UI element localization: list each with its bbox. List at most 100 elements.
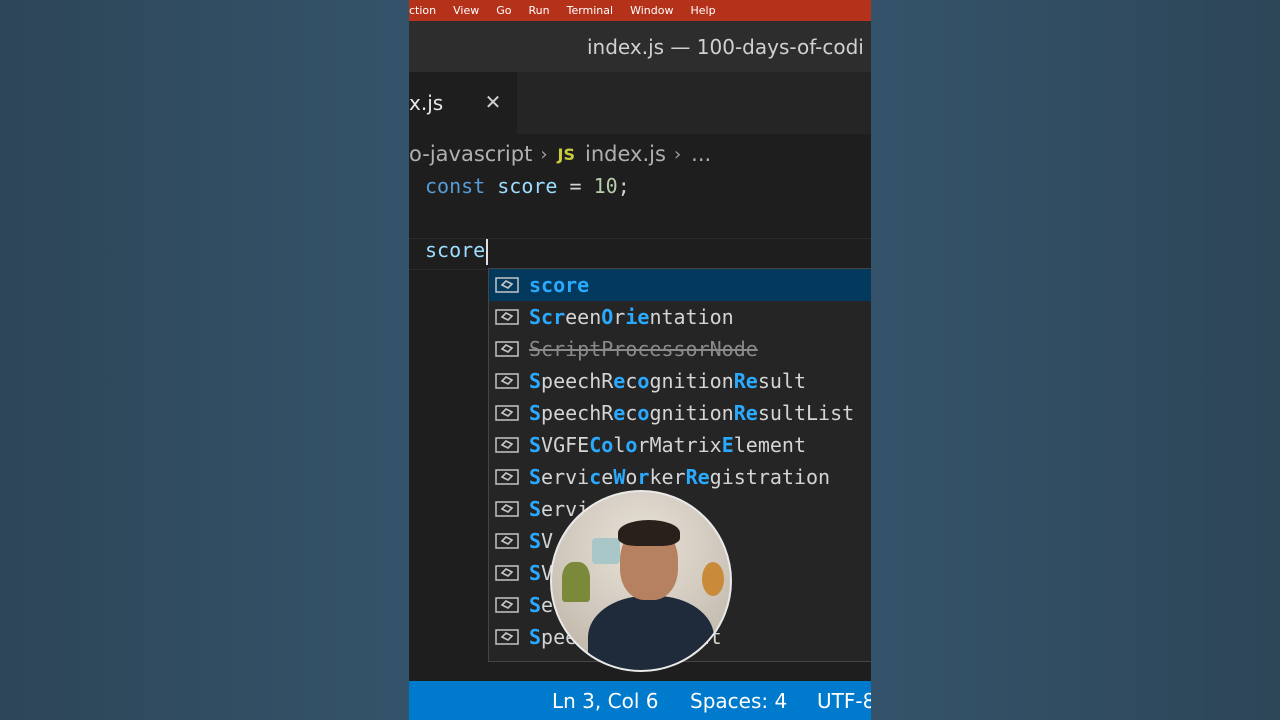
match-highlight: r — [637, 465, 650, 489]
match-highlight: o — [637, 369, 650, 393]
match-highlight: Re — [733, 401, 758, 425]
chevron-right-icon: › — [540, 143, 548, 165]
label-text: een — [565, 305, 602, 329]
label-text: peechR — [541, 369, 614, 393]
match-highlight: c — [589, 465, 602, 489]
label-text: ScriptProcessorNode — [529, 337, 758, 361]
suggestion-item[interactable]: SVGFEColorMatrixElement — [489, 429, 871, 461]
number-literal: 10 — [593, 174, 618, 198]
breadcrumb-folder[interactable]: o-javascript — [409, 142, 532, 166]
tab-index-js[interactable]: x.js ✕ — [409, 72, 517, 134]
person-body — [588, 596, 714, 670]
suggestion-item[interactable]: ServiceWorkerRegistration — [489, 461, 871, 493]
menu-item-run[interactable]: Run — [529, 4, 550, 17]
variable-symbol-icon — [495, 436, 519, 454]
suggestion-label: SpeechRecognitionResult — [529, 369, 806, 393]
guitar-shape — [702, 562, 724, 596]
label-text: c — [625, 369, 638, 393]
variable-symbol-icon — [495, 596, 519, 614]
menu-bar: ction View Go Run Terminal Window Help — [409, 0, 871, 21]
tab-bar: x.js ✕ — [409, 72, 871, 134]
chevron-right-icon: › — [673, 143, 682, 165]
suggestion-label: score — [529, 273, 589, 297]
semicolon: ; — [617, 174, 630, 198]
suggestion-item[interactable]: SpeechRecognitionResult — [489, 365, 871, 397]
cursor-position[interactable]: Ln 3, Col 6 — [552, 689, 658, 713]
label-text: V — [541, 529, 554, 553]
variable-symbol-icon — [495, 500, 519, 518]
breadcrumb-file[interactable]: index.js — [585, 142, 666, 166]
suggestion-item[interactable]: SpeechRecognitionResultList — [489, 397, 871, 429]
label-text: gnition — [649, 369, 734, 393]
shelf-shape — [592, 538, 620, 564]
match-highlight: ie — [625, 305, 650, 329]
label-text: ntation — [649, 305, 734, 329]
match-highlight: S — [529, 561, 542, 585]
match-highlight: o — [637, 401, 650, 425]
suggestion-label: SpeechRecognitionResultList — [529, 401, 854, 425]
menu-item-help[interactable]: Help — [690, 4, 715, 17]
menu-item-terminal[interactable]: Terminal — [567, 4, 614, 17]
menu-item-view[interactable]: View — [453, 4, 479, 17]
breadcrumb: o-javascript › JS index.js › ... — [409, 138, 871, 170]
match-highlight: W — [613, 465, 626, 489]
background-left — [0, 0, 409, 720]
label-text: r — [637, 433, 650, 457]
label-text: Matrix — [649, 433, 722, 457]
match-highlight: O — [601, 305, 614, 329]
file-encoding[interactable]: UTF-8 — [817, 689, 871, 713]
variable-score: score — [497, 174, 558, 198]
typed-text: score — [425, 238, 486, 262]
plant-shape — [562, 562, 590, 602]
variable-symbol-icon — [495, 404, 519, 422]
suggestion-item[interactable]: score — [489, 269, 871, 301]
match-highlight: S — [529, 497, 542, 521]
label-text: e — [601, 465, 614, 489]
variable-symbol-icon — [495, 564, 519, 582]
indentation-setting[interactable]: Spaces: 4 — [690, 689, 787, 713]
match-highlight: E — [721, 433, 734, 457]
webcam-overlay — [550, 490, 732, 672]
variable-symbol-icon — [495, 628, 519, 646]
code-line-3[interactable]: score — [425, 238, 489, 265]
match-highlight: Scr — [529, 305, 566, 329]
match-highlight: Co — [589, 433, 614, 457]
person-hair — [618, 520, 680, 546]
text-cursor — [486, 238, 489, 265]
menu-item-window[interactable]: Window — [630, 4, 673, 17]
menu-item-go[interactable]: Go — [496, 4, 511, 17]
code-line-1[interactable]: const score = 10; — [425, 174, 630, 198]
title-bar: index.js — 100-days-of-codi — [409, 21, 871, 72]
suggestion-label: ServiceWorkerRegistration — [529, 465, 830, 489]
match-highlight: score — [529, 273, 590, 297]
label-text: pe — [541, 625, 566, 649]
label-text: lement — [733, 433, 806, 457]
close-icon[interactable]: ✕ — [483, 92, 503, 112]
suggestion-item[interactable]: ScreenOrientation — [489, 301, 871, 333]
label-text: VGFE — [541, 433, 590, 457]
match-highlight: S — [529, 593, 542, 617]
label-text: sultList — [757, 401, 855, 425]
match-highlight: Re — [685, 465, 710, 489]
keyword-const: const — [425, 174, 486, 198]
label-text: ker — [649, 465, 686, 489]
suggestion-label: ScreenOrientation — [529, 305, 734, 329]
variable-symbol-icon — [495, 340, 519, 358]
label-text: l — [613, 433, 626, 457]
match-highlight: o — [625, 433, 638, 457]
match-highlight: e — [613, 401, 626, 425]
suggestion-label: ScriptProcessorNode — [529, 337, 758, 361]
label-text: gistration — [709, 465, 831, 489]
suggestion-item[interactable]: ScriptProcessorNode — [489, 333, 871, 365]
match-highlight: S — [529, 529, 542, 553]
variable-symbol-icon — [495, 308, 519, 326]
match-highlight: S — [529, 625, 542, 649]
variable-symbol-icon — [495, 532, 519, 550]
window-title: index.js — 100-days-of-codi — [587, 34, 864, 59]
label-text: peechR — [541, 401, 614, 425]
match-highlight: S — [529, 401, 542, 425]
menu-item-selection[interactable]: ction — [409, 4, 436, 17]
variable-symbol-icon — [495, 468, 519, 486]
breadcrumb-more[interactable]: ... — [691, 142, 711, 166]
suggestion-label: SVGFEColorMatrixElement — [529, 433, 806, 457]
